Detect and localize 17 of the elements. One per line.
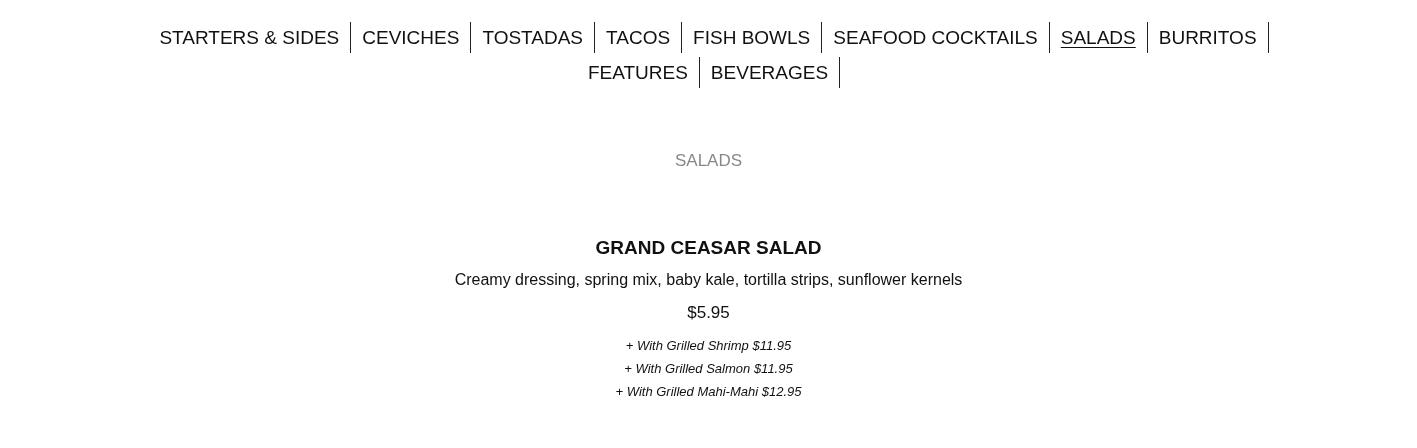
menu-tab[interactable]: BURRITOS [1147, 22, 1269, 53]
menu-tab[interactable]: TACOS [595, 22, 683, 53]
menu-tab[interactable]: FEATURES [576, 57, 700, 88]
item-description: Creamy dressing, spring mix, baby kale, tortilla strips, sunflower kernels [453, 270, 964, 290]
item-option: + With Grilled Shrimp $11.95 [0, 333, 1417, 357]
menu-tab[interactable]: BEVERAGES [699, 57, 841, 88]
menu-tab[interactable]: SALADS [1049, 22, 1148, 53]
item-name: GRAND CEASAR SALAD [594, 235, 823, 260]
menu-tab[interactable]: TOSTADAS [471, 22, 596, 53]
menu-tab[interactable]: SEAFOOD COCKTAILS [822, 22, 1050, 53]
item-option: + With Grilled Salmon $11.95 [0, 356, 1417, 380]
item-option: + With Grilled Mahi-Mahi $12.95 [0, 379, 1417, 403]
item-price: $5.95 [686, 302, 731, 324]
section-title: SALADS [673, 150, 744, 172]
menu-tab[interactable]: STARTERS & SIDES [148, 22, 352, 53]
menu-tab[interactable]: FISH BOWLS [682, 22, 823, 53]
menu-tab[interactable]: CEVICHES [351, 22, 472, 53]
